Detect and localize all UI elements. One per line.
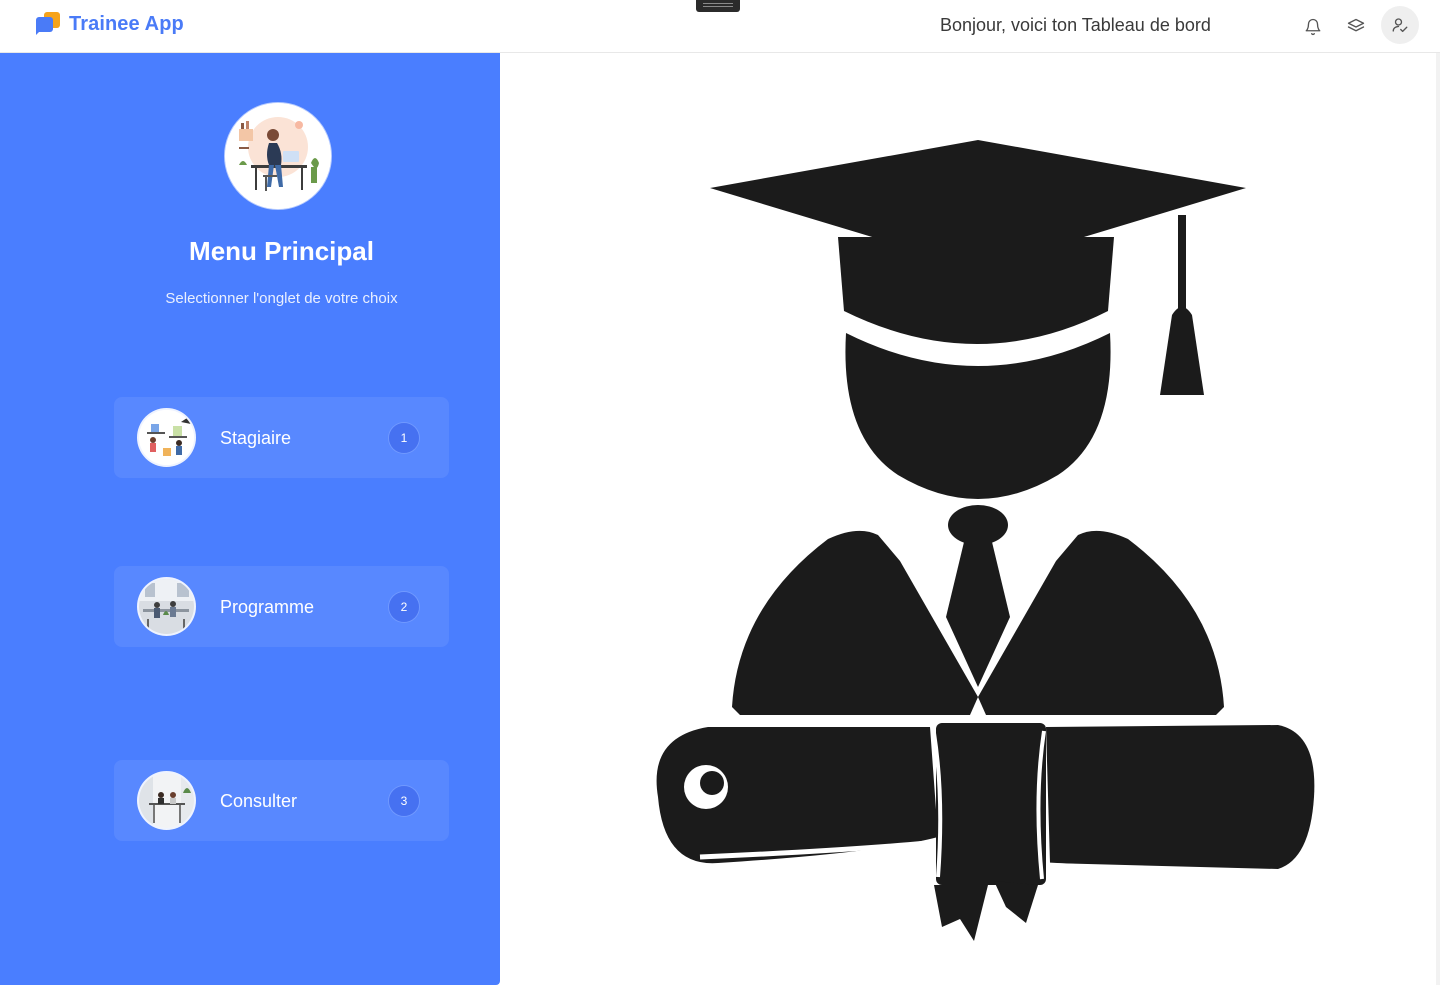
sidebar-item-programme[interactable]: Programme 2 (114, 566, 449, 647)
sidebar: Menu Principal Selectionner l'onglet de … (0, 53, 500, 985)
item-count-badge: 1 (389, 423, 419, 453)
item-count-badge: 3 (389, 786, 419, 816)
drag-handle[interactable] (696, 0, 740, 12)
graduate-cap-diploma-icon (656, 140, 1315, 941)
programme-thumbnail (139, 579, 194, 634)
layers-icon (1347, 18, 1365, 32)
workspace-photo-illustration (139, 773, 194, 828)
chat-bubbles-icon (36, 12, 60, 36)
trainees-illustration (139, 410, 194, 465)
sidebar-item-stagiaire[interactable]: Stagiaire 1 (114, 397, 449, 478)
menu-title: Menu Principal (189, 236, 374, 266)
app-name: Trainee App (69, 12, 184, 35)
user-menu-button[interactable] (1381, 6, 1419, 44)
bell-icon (1305, 18, 1321, 36)
item-count-badge: 2 (389, 592, 419, 622)
window-scrollbar[interactable] (1436, 53, 1440, 985)
sidebar-item-label: Stagiaire (220, 428, 292, 448)
dashboard-greeting: Bonjour, voici ton Tableau de bord (940, 15, 1211, 35)
office-photo-illustration (139, 579, 194, 634)
notifications-button[interactable] (1296, 10, 1330, 44)
avatar (225, 103, 331, 209)
stagiaire-thumbnail (139, 410, 194, 465)
user-check-icon (1392, 18, 1408, 33)
sidebar-item-label: Consulter (220, 791, 298, 811)
consulter-thumbnail (139, 773, 194, 828)
sidebar-item-label: Programme (220, 597, 315, 617)
top-bar: Trainee App Bonjour, voici ton Tableau d… (0, 0, 1440, 53)
app-logo[interactable]: Trainee App (36, 12, 184, 36)
layers-button[interactable] (1339, 10, 1373, 44)
menu-subtitle: Selectionner l'onglet de votre choix (165, 290, 398, 307)
sidebar-item-consulter[interactable]: Consulter 3 (114, 760, 449, 841)
person-at-desk-illustration (225, 103, 331, 209)
main-content (500, 53, 1440, 985)
